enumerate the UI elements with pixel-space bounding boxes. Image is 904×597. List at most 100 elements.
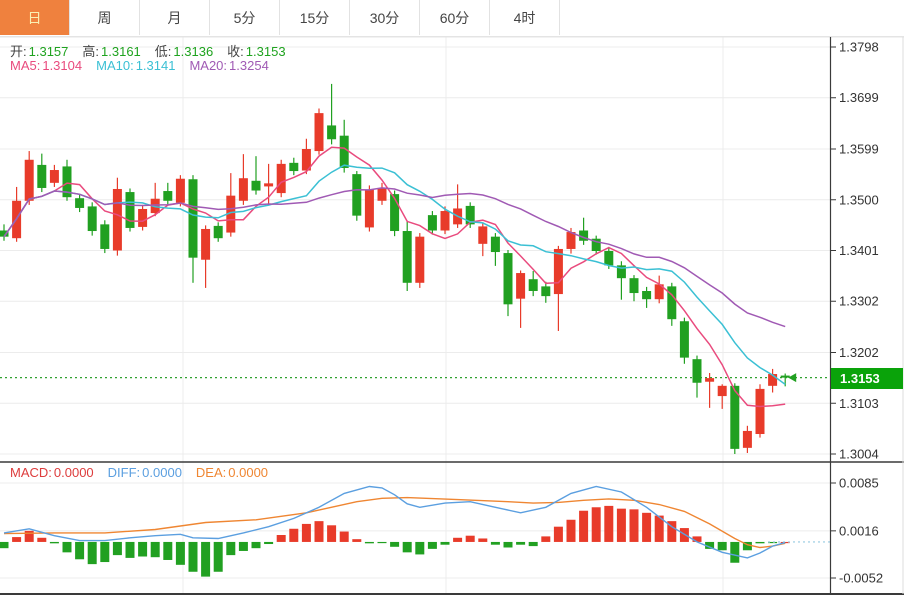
y-axis-tick-label: 0.0016	[839, 523, 879, 538]
chart-canvas: 1.37981.36991.35991.35001.34011.33021.32…	[0, 0, 904, 597]
ma-value: 1.3104	[42, 58, 82, 73]
candle-body	[529, 279, 538, 291]
candle-body	[415, 237, 424, 283]
candle-body	[75, 198, 84, 208]
macd-histogram-bar	[352, 539, 361, 542]
candle-body	[340, 136, 349, 168]
macd-histogram-bar	[252, 542, 261, 548]
macd-histogram-bar	[642, 513, 651, 542]
macd-histogram-bar	[315, 521, 324, 542]
candle-body	[378, 188, 387, 201]
kline-chart-app: 1.37981.36991.35991.35001.34011.33021.32…	[0, 0, 904, 597]
macd-histogram-bar	[327, 525, 336, 542]
ohlc-label: 高:	[82, 44, 99, 59]
ohlc-value: 1.3161	[101, 44, 141, 59]
macd-histogram-bar	[226, 542, 235, 555]
macd-histogram-bar	[504, 542, 513, 548]
ma5-line	[4, 147, 785, 406]
y-axis-tick-label: 1.3103	[839, 396, 879, 411]
macd-histogram-bar	[403, 542, 412, 552]
candle-body	[705, 378, 714, 382]
macd-histogram-bar	[365, 542, 374, 543]
macd-histogram-bar	[214, 542, 223, 572]
ohlc-item: 收:1.3153	[227, 44, 285, 59]
y-axis-tick-label: 1.3500	[839, 192, 879, 207]
candle-body	[491, 237, 500, 252]
macd-histogram-bar	[189, 542, 198, 572]
ma-label: MA10:	[96, 58, 134, 73]
macd-histogram-bar	[0, 542, 9, 548]
candle-body	[781, 376, 790, 378]
macd-histogram-bar	[12, 537, 21, 542]
y-axis-tick-label: 1.3302	[839, 294, 879, 309]
macd-histogram-bar	[277, 535, 286, 542]
ohlc-label: 开:	[10, 44, 27, 59]
macd-histogram-bar	[441, 542, 450, 545]
candle-body	[642, 291, 651, 299]
macd-histogram-bar	[554, 527, 563, 542]
macd-histogram-bar	[592, 507, 601, 542]
macd-histogram-bar	[579, 511, 588, 542]
candle-body	[604, 251, 613, 265]
candle-body	[126, 192, 135, 228]
ohlc-item: 开:1.3157	[10, 44, 68, 59]
macd-histogram-bar	[428, 542, 437, 549]
y-axis-tick-label: 0.0085	[839, 476, 879, 491]
macd-histogram-bar	[390, 542, 399, 547]
candle-body	[189, 179, 198, 257]
candle-body	[327, 125, 336, 139]
candle-body	[214, 226, 223, 238]
ma-value: 1.3141	[136, 58, 176, 73]
candle-body	[239, 178, 248, 201]
macd-histogram-bar	[239, 542, 248, 551]
candle-body	[50, 170, 59, 183]
ohlc-label: 低:	[155, 44, 172, 59]
macd-value: 0.0000	[228, 465, 268, 480]
y-axis-tick-label: 1.3202	[839, 345, 879, 360]
candle-body	[289, 163, 298, 171]
macd-histogram-bar	[126, 542, 135, 558]
macd-histogram-bar	[100, 542, 109, 562]
macd-histogram-bar	[516, 542, 525, 545]
candle-body	[176, 179, 185, 203]
macd-histogram-bar	[617, 509, 626, 542]
macd-label: DIFF:	[108, 465, 141, 480]
current-price-tag: 1.3153	[831, 368, 903, 389]
macd-histogram-bar	[37, 538, 46, 542]
candle-body	[113, 189, 122, 251]
macd-legend: MACD:0.0000DIFF:0.0000DEA:0.0000	[10, 465, 282, 480]
candle-body	[428, 215, 437, 230]
macd-histogram-bar	[113, 542, 122, 555]
macd-histogram-bar	[151, 542, 160, 557]
ohlc-value: 1.3153	[246, 44, 286, 59]
candle-body	[365, 190, 374, 228]
macd-histogram-bar	[289, 529, 298, 542]
candle-body	[567, 232, 576, 249]
candle-body	[138, 209, 147, 227]
ma-item: MA5:1.3104	[10, 58, 82, 73]
ohlc-value: 1.3157	[29, 44, 69, 59]
candle-body	[88, 206, 97, 231]
macd-histogram-bar	[491, 542, 500, 545]
ma-legend: MA5:1.3104MA10:1.3141MA20:1.3254	[10, 58, 283, 73]
macd-histogram-bar	[88, 542, 97, 564]
macd-histogram-bar	[756, 542, 765, 543]
macd-histogram-bar	[478, 538, 487, 541]
candle-body	[264, 183, 273, 186]
ma-label: MA5:	[10, 58, 40, 73]
y-axis-tick-label: 1.3798	[839, 40, 879, 55]
candle-body	[252, 181, 261, 191]
y-axis-tick-label: 1.3699	[839, 90, 879, 105]
macd-histogram-bar	[302, 524, 311, 542]
ma-label: MA20:	[189, 58, 227, 73]
candle-body	[201, 229, 210, 260]
macd-histogram-bar	[718, 542, 727, 550]
macd-histogram-bar	[50, 542, 59, 543]
candle-body	[756, 389, 765, 434]
macd-item: MACD:0.0000	[10, 465, 94, 480]
candle-body	[693, 359, 702, 383]
candle-body	[37, 165, 46, 188]
macd-histogram-bar	[415, 542, 424, 554]
macd-histogram-bar	[378, 542, 387, 543]
ohlc-label: 收:	[227, 44, 244, 59]
